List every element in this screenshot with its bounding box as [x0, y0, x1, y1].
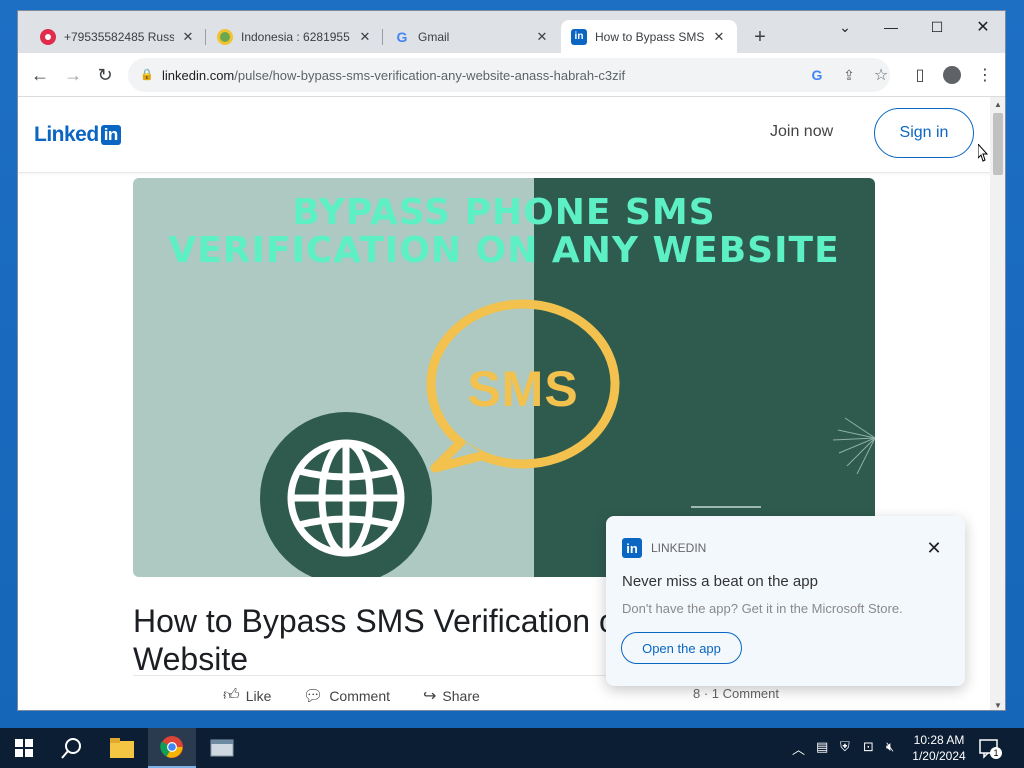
url-domain: linkedin.com	[162, 67, 235, 83]
tray-overflow-icon[interactable]: ︿	[792, 739, 805, 758]
tab-indonesia-number[interactable]: Indonesia : 6281955 ✕	[207, 20, 383, 53]
scroll-down-arrow-icon[interactable]: ▼	[990, 698, 1005, 710]
security-icon[interactable]: ⛨	[840, 739, 850, 755]
page-scrollbar[interactable]: ▲ ▼	[990, 97, 1005, 710]
clock-date: 1/20/2024	[912, 749, 966, 763]
share-button[interactable]: ↪ Share	[423, 686, 480, 706]
scrollbar-thumb[interactable]	[993, 113, 1003, 175]
tab-label: Indonesia : 6281955	[241, 29, 350, 44]
app-window-icon	[210, 739, 234, 757]
google-g-icon: G	[396, 28, 408, 45]
forward-button[interactable]: →	[61, 63, 85, 87]
windows-logo-icon	[15, 739, 33, 757]
open-app-button[interactable]: Open the app	[621, 632, 742, 664]
network-device-icon[interactable]: ▤	[816, 739, 828, 755]
network-icon[interactable]: ⊡	[863, 739, 874, 755]
globe-icon	[287, 439, 405, 557]
comment-button[interactable]: 💬︎ Comment	[303, 686, 390, 706]
linkedin-logo[interactable]: Linked in	[34, 123, 121, 147]
kebab-menu-icon[interactable]: ⋮	[973, 63, 997, 87]
url-text: linkedin.com/pulse/how-bypass-sms-verifi…	[162, 68, 625, 83]
windows-taskbar: ︿ ▤ ⛨ ⊡ 🔇︎ 10:28 AM 1/20/2024 1	[0, 728, 1024, 768]
app-taskbar-button[interactable]	[198, 728, 246, 768]
tab-search-button[interactable]: ⌄	[831, 15, 859, 39]
new-tab-button[interactable]: +	[748, 25, 772, 49]
folder-icon	[110, 738, 134, 758]
share-label: Share	[442, 688, 480, 704]
chrome-icon	[160, 736, 183, 758]
hero-headline-line1: BYPASS PHONE SMS	[292, 192, 716, 233]
close-window-button[interactable]: ✕	[969, 15, 997, 39]
mouse-cursor-icon	[978, 144, 988, 162]
volume-muted-icon[interactable]: 🔇︎	[886, 739, 894, 755]
tab-label: +79535582485 Russ	[64, 29, 174, 44]
thumbs-up-icon: 👍︎	[223, 687, 240, 704]
close-tab-icon[interactable]: ✕	[180, 29, 196, 45]
maximize-button[interactable]: ☐	[923, 15, 951, 39]
hero-headline-line2: VERIFICATION ON ANY WEBSITE	[168, 230, 840, 271]
toast-brand-label: LINKEDIN	[651, 541, 707, 555]
logo-badge: in	[100, 125, 121, 145]
tab-linkedin-article[interactable]: in How to Bypass SMS ✕	[561, 20, 737, 53]
taskbar-clock[interactable]: 10:28 AM 1/20/2024	[908, 732, 970, 764]
scroll-up-arrow-icon[interactable]: ▲	[990, 97, 1005, 111]
share-arrow-icon: ↪	[423, 688, 437, 705]
tab-label: How to Bypass SMS	[595, 29, 705, 44]
lock-icon: 🔒	[140, 69, 154, 81]
clock-time: 10:28 AM	[913, 733, 965, 747]
tab-gmail[interactable]: G Gmail ✕	[384, 20, 560, 53]
sparkle-decoration	[832, 417, 875, 475]
reactions-count[interactable]: 8 · 1 Comment	[693, 686, 779, 701]
tab-bar: +79535582485 Russ ✕ Indonesia : 6281955 …	[18, 11, 1005, 53]
bubble-text: SMS	[467, 361, 579, 417]
notification-badge: 1	[990, 747, 1002, 759]
browser-toolbar: ← → ↻ 🔒 linkedin.com/pulse/how-bypass-sm…	[18, 53, 1005, 97]
url-path: /pulse/how-bypass-sms-verification-any-w…	[234, 67, 626, 83]
comment-label: Comment	[329, 688, 390, 704]
linkedin-icon: in	[571, 28, 587, 45]
side-panel-icon[interactable]: ▯	[908, 63, 932, 87]
start-button[interactable]	[0, 728, 48, 768]
notification-center-icon[interactable]: 1	[978, 737, 1002, 759]
close-tab-icon[interactable]: ✕	[357, 29, 373, 45]
green-circle-icon	[217, 28, 233, 45]
linkedin-header: Linked in Join now Sign in	[18, 97, 990, 173]
comment-icon: 💬︎	[303, 688, 324, 705]
profile-avatar-icon[interactable]	[940, 63, 964, 87]
close-tab-icon[interactable]: ✕	[711, 29, 727, 45]
chrome-taskbar-button[interactable]	[148, 728, 196, 768]
toast-body: Don't have the app? Get it in the Micros…	[622, 601, 903, 616]
tab-label: Gmail	[418, 29, 450, 44]
hero-headline: BYPASS PHONE SMS VERIFICATION ON ANY WEB…	[133, 194, 875, 270]
red-circle-icon	[40, 28, 56, 45]
toast-close-icon[interactable]: ✕	[924, 538, 944, 558]
like-button[interactable]: 👍︎ Like	[223, 686, 271, 705]
search-button[interactable]	[48, 728, 96, 768]
open-app-toast: in LINKEDIN ✕ Never miss a beat on the a…	[606, 516, 965, 686]
close-tab-icon[interactable]: ✕	[534, 29, 550, 45]
tab-russia-number[interactable]: +79535582485 Russ ✕	[30, 20, 206, 53]
back-button[interactable]: ←	[28, 63, 52, 87]
linkedin-icon: in	[622, 538, 642, 558]
logo-text: Linked	[34, 123, 99, 146]
file-explorer-button[interactable]	[98, 728, 146, 768]
join-now-link[interactable]: Join now	[770, 123, 833, 141]
minimize-button[interactable]: —	[877, 15, 905, 39]
bookmark-star-icon[interactable]: ☆	[870, 64, 892, 86]
sign-in-button[interactable]: Sign in	[874, 108, 974, 158]
share-icon[interactable]: ⇪	[838, 64, 860, 86]
address-bar[interactable]: 🔒 linkedin.com/pulse/how-bypass-sms-veri…	[128, 58, 890, 92]
like-label: Like	[245, 687, 272, 704]
reload-button[interactable]: ↻	[93, 63, 117, 87]
search-icon	[61, 738, 81, 759]
toast-brand: in LINKEDIN	[622, 538, 706, 558]
google-lens-icon[interactable]: G	[806, 64, 828, 86]
toast-heading: Never miss a beat on the app	[622, 573, 818, 590]
